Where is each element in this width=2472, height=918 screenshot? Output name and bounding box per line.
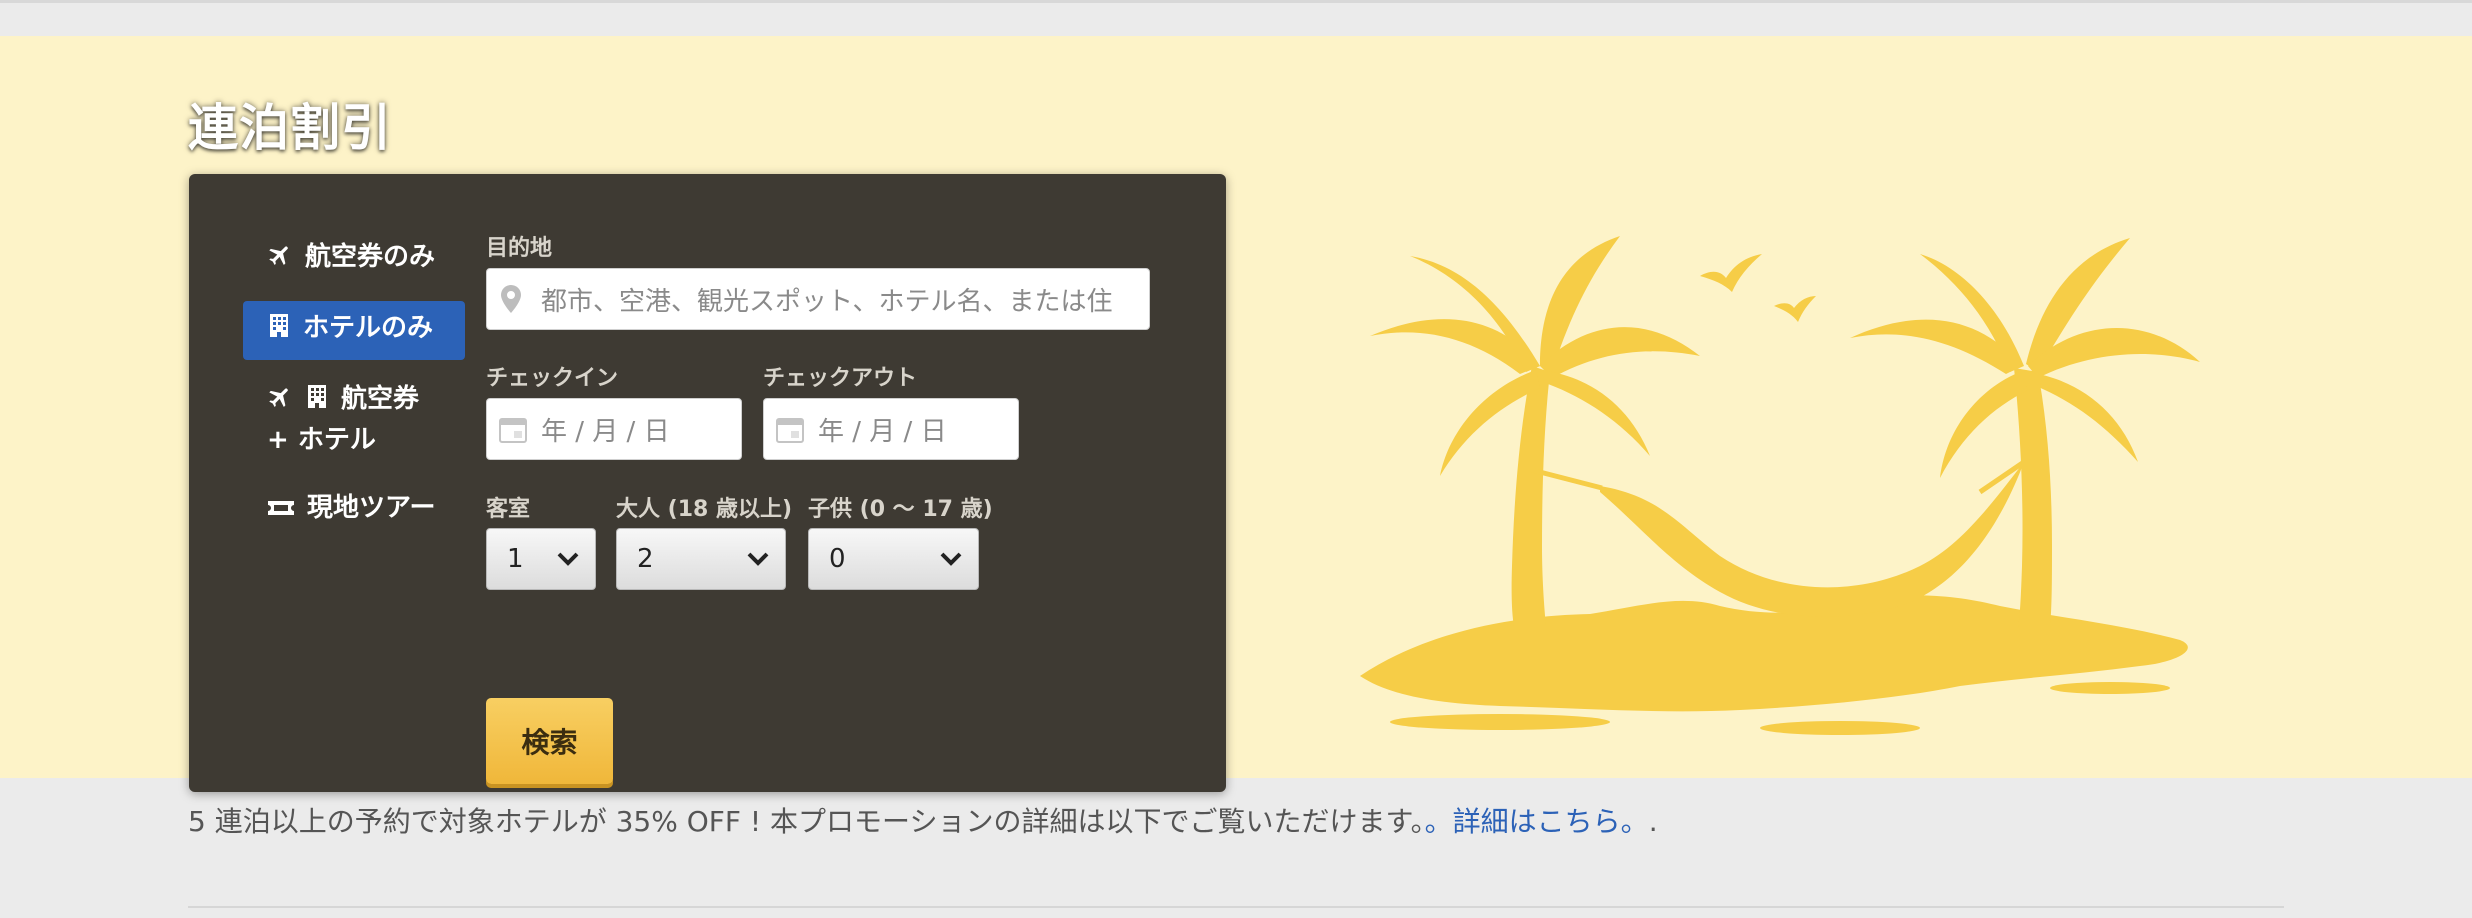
island-ripple bbox=[2050, 682, 2170, 694]
right-palm-frond bbox=[1940, 372, 2028, 478]
adults-label: 大人 (18 歳以上) bbox=[616, 497, 793, 522]
destination-label: 目的地 bbox=[486, 236, 553, 261]
map-pin-icon bbox=[501, 285, 521, 317]
left-palm-trunk bbox=[1511, 366, 1550, 626]
checkout-label: チェックアウト bbox=[763, 366, 918, 391]
plane-icon bbox=[267, 241, 293, 279]
adults-value: 2 bbox=[637, 544, 654, 574]
promo-details-link[interactable]: 。詳細はこちら。 bbox=[1425, 805, 1649, 838]
children-value: 0 bbox=[829, 544, 846, 574]
nav-item-label: 現地ツアー bbox=[307, 493, 436, 523]
adults-select[interactable]: 2 bbox=[616, 528, 786, 590]
children-label: 子供 (0 〜 17 歳) bbox=[808, 497, 993, 522]
promo-suffix: . bbox=[1648, 805, 1658, 838]
left-palm-frond bbox=[1410, 256, 1540, 372]
chevron-down-icon bbox=[747, 551, 769, 571]
page-title: 連泊割引 bbox=[188, 99, 392, 157]
children-select[interactable]: 0 bbox=[808, 528, 979, 590]
checkout-date-input[interactable]: 年 / 月 / 日 bbox=[763, 398, 1019, 460]
island-ripple bbox=[1760, 721, 1920, 735]
hotel-icon bbox=[267, 312, 291, 350]
nav-item-local-tours[interactable]: 現地ツアー bbox=[243, 481, 465, 540]
promo-text: 5 連泊以上の予約で対象ホテルが 35% OFF ! 本プロモーションの詳細は以… bbox=[188, 800, 1658, 840]
nav-item-flight-hotel[interactable]: 航空券 + ホテル bbox=[243, 372, 465, 469]
hammock bbox=[1600, 462, 2024, 617]
beach-illustration bbox=[1360, 236, 2200, 735]
left-palm-frond bbox=[1540, 370, 1650, 456]
top-strip bbox=[0, 0, 2472, 36]
checkin-label: チェックイン bbox=[486, 366, 619, 391]
calendar-icon bbox=[499, 417, 527, 447]
ticket-icon bbox=[267, 492, 295, 530]
promo-description: 5 連泊以上の予約で対象ホテルが 35% OFF ! 本プロモーションの詳細は以… bbox=[188, 805, 1425, 838]
chevron-down-icon bbox=[940, 551, 962, 571]
calendar-icon bbox=[776, 417, 804, 447]
chevron-down-icon bbox=[557, 551, 579, 571]
island-shape bbox=[1360, 595, 2188, 712]
nav-item-hotel-only[interactable]: ホテルのみ bbox=[243, 301, 465, 360]
island-ripple bbox=[1390, 714, 1610, 730]
hotel-icon bbox=[305, 383, 329, 421]
nav-item-flight-only[interactable]: 航空券のみ bbox=[243, 230, 465, 289]
hero-banner: 連泊割引 航空券のみ ホテルのみ 航空券 + ホテル 現地ツアー 目的地 都市、… bbox=[0, 36, 2472, 792]
checkin-date-input[interactable]: 年 / 月 / 日 bbox=[486, 398, 742, 460]
search-panel: 航空券のみ ホテルのみ 航空券 + ホテル 現地ツアー 目的地 都市、空港、観光… bbox=[189, 174, 1226, 792]
rooms-label: 客室 bbox=[486, 497, 531, 522]
nav-item-label: 航空券のみ bbox=[305, 242, 436, 272]
search-button[interactable]: 検索 bbox=[486, 698, 613, 784]
bird bbox=[1700, 254, 1762, 292]
rooms-value: 1 bbox=[507, 544, 524, 574]
divider bbox=[188, 906, 2284, 908]
product-nav: 航空券のみ ホテルのみ 航空券 + ホテル 現地ツアー bbox=[243, 230, 465, 540]
right-palm-trunk bbox=[2014, 368, 2052, 628]
destination-input[interactable]: 都市、空港、観光スポット、ホテル名、または住 bbox=[486, 268, 1150, 330]
checkin-placeholder: 年 / 月 / 日 bbox=[541, 416, 670, 447]
plane-icon bbox=[267, 383, 293, 421]
checkout-placeholder: 年 / 月 / 日 bbox=[818, 416, 947, 447]
destination-placeholder: 都市、空港、観光スポット、ホテル名、または住 bbox=[541, 286, 1113, 317]
bird bbox=[1774, 296, 1816, 322]
nav-item-label: ホテルのみ bbox=[303, 313, 434, 343]
rooms-select[interactable]: 1 bbox=[486, 528, 596, 590]
